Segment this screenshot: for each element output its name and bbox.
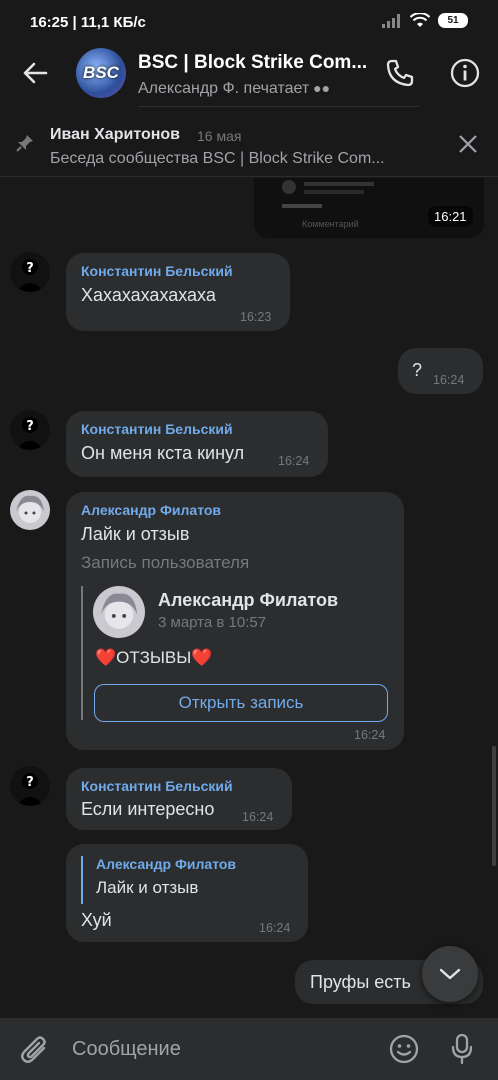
repost-line: [81, 586, 83, 720]
preview-avatar: [282, 180, 296, 194]
message-text: Хахахахахахаха: [81, 285, 216, 305]
avatar[interactable]: [10, 490, 50, 530]
message-text: Если интересно: [81, 799, 215, 819]
preview-line: [282, 204, 322, 208]
pinned-text: Беседа сообщества BSC | Block Strike Com…: [50, 150, 385, 167]
message-bubble[interactable]: Константин Бельский Если интересно 16:24: [66, 768, 292, 830]
message-time: 16:24: [242, 810, 274, 824]
pinned-message[interactable]: Иван Харитонов 16 мая Беседа сообщества …: [0, 112, 498, 177]
message-time: 16:23: [240, 310, 272, 324]
scrollbar[interactable]: [492, 746, 496, 866]
preview-comment: Комментарий: [302, 219, 359, 229]
typing-status-text: Александр Ф. печатает: [138, 80, 310, 97]
chat-title[interactable]: BSC | Block Strike Com...: [138, 52, 367, 74]
chat-header: BSC BSC | Block Strike Com... Александр …: [0, 44, 498, 108]
anime-avatar-icon: [100, 593, 138, 629]
user-silhouette-icon: ?: [16, 773, 44, 806]
message-text: Пруфы есть: [310, 972, 411, 992]
svg-text:?: ?: [26, 261, 34, 276]
message-bubble[interactable]: Константин Бельский Хахахахахахаха 16:23: [66, 253, 290, 331]
pinned-author: Иван Харитонов: [50, 126, 180, 143]
chat-avatar[interactable]: BSC: [76, 48, 126, 98]
message-author[interactable]: Константин Бельский: [81, 778, 233, 794]
message-text: ?: [412, 360, 423, 380]
phone-icon[interactable]: [385, 58, 415, 88]
chevron-down-icon: [439, 968, 461, 980]
message-author[interactable]: Александр Филатов: [81, 502, 221, 518]
message-input[interactable]: Сообщение: [72, 1038, 181, 1061]
open-post-button[interactable]: Открыть запись: [94, 684, 388, 722]
message-time: 16:24: [433, 373, 465, 387]
message-time: 16:24: [354, 728, 386, 742]
avatar[interactable]: ?: [10, 766, 50, 806]
attach-icon[interactable]: [20, 1034, 50, 1066]
message-author[interactable]: Константин Бельский: [81, 263, 233, 279]
status-icons: 51: [382, 13, 468, 28]
message-composer: Сообщение: [0, 1018, 498, 1080]
reply-line: [81, 856, 83, 904]
post-text: ❤️ОТЗЫВЫ❤️: [95, 648, 213, 667]
status-bar: 16:25 | 11,1 КБ/с 51: [0, 0, 498, 44]
message-bubble-outgoing[interactable]: ? 16:24: [398, 348, 483, 394]
post-date: 3 марта в 10:57: [158, 614, 267, 631]
svg-text:?: ?: [26, 775, 34, 790]
message-bubble[interactable]: Константин Бельский Он меня кста кинул 1…: [66, 411, 328, 477]
microphone-icon[interactable]: [450, 1033, 474, 1065]
reply-text: Лайк и отзыв: [96, 878, 199, 897]
emoji-icon[interactable]: [389, 1034, 419, 1064]
message-time: 16:24: [259, 921, 291, 935]
svg-text:?: ?: [26, 419, 34, 434]
post-author[interactable]: Александр Филатов: [158, 590, 338, 611]
avatar-logo-text: BSC: [83, 63, 119, 82]
pinned-date: 16 мая: [197, 128, 242, 144]
message-bubble-reply[interactable]: Александр Филатов Лайк и отзыв Хуй 16:24: [66, 844, 308, 942]
scroll-down-button[interactable]: [422, 946, 478, 1002]
signal-icon: [382, 13, 400, 28]
pin-icon: [16, 135, 33, 152]
typing-dots-icon: ●●: [309, 80, 331, 96]
media-preview[interactable]: Комментарий 16:21: [254, 178, 484, 238]
user-silhouette-icon: ?: [16, 417, 44, 450]
status-time: 16:25 | 11,1 КБ/с: [30, 14, 146, 31]
message-text: Он меня кста кинул: [81, 443, 245, 463]
avatar[interactable]: ?: [10, 252, 50, 292]
preview-time: 16:21: [428, 206, 473, 227]
preview-line: [304, 190, 364, 194]
battery-icon: 51: [438, 13, 468, 28]
close-icon[interactable]: [458, 134, 478, 154]
avatar[interactable]: ?: [10, 410, 50, 450]
message-text: Лайк и отзыв: [81, 524, 190, 544]
info-icon[interactable]: [450, 58, 480, 88]
reply-author[interactable]: Александр Филатов: [96, 856, 236, 872]
back-arrow-icon[interactable]: [22, 62, 48, 84]
message-bubble-repost[interactable]: Александр Филатов Лайк и отзыв Запись по…: [66, 492, 404, 750]
header-divider: [138, 106, 420, 107]
post-avatar[interactable]: [93, 586, 145, 638]
message-author[interactable]: Константин Бельский: [81, 421, 233, 437]
preview-line: [304, 182, 374, 186]
repost-label: Запись пользователя: [81, 553, 250, 572]
message-time: 16:24: [278, 454, 310, 468]
anime-avatar-icon: [16, 495, 44, 523]
message-text: Хуй: [81, 910, 112, 930]
user-silhouette-icon: ?: [16, 259, 44, 292]
wifi-icon: [410, 13, 430, 27]
typing-status: Александр Ф. печатает ●●: [138, 80, 330, 98]
